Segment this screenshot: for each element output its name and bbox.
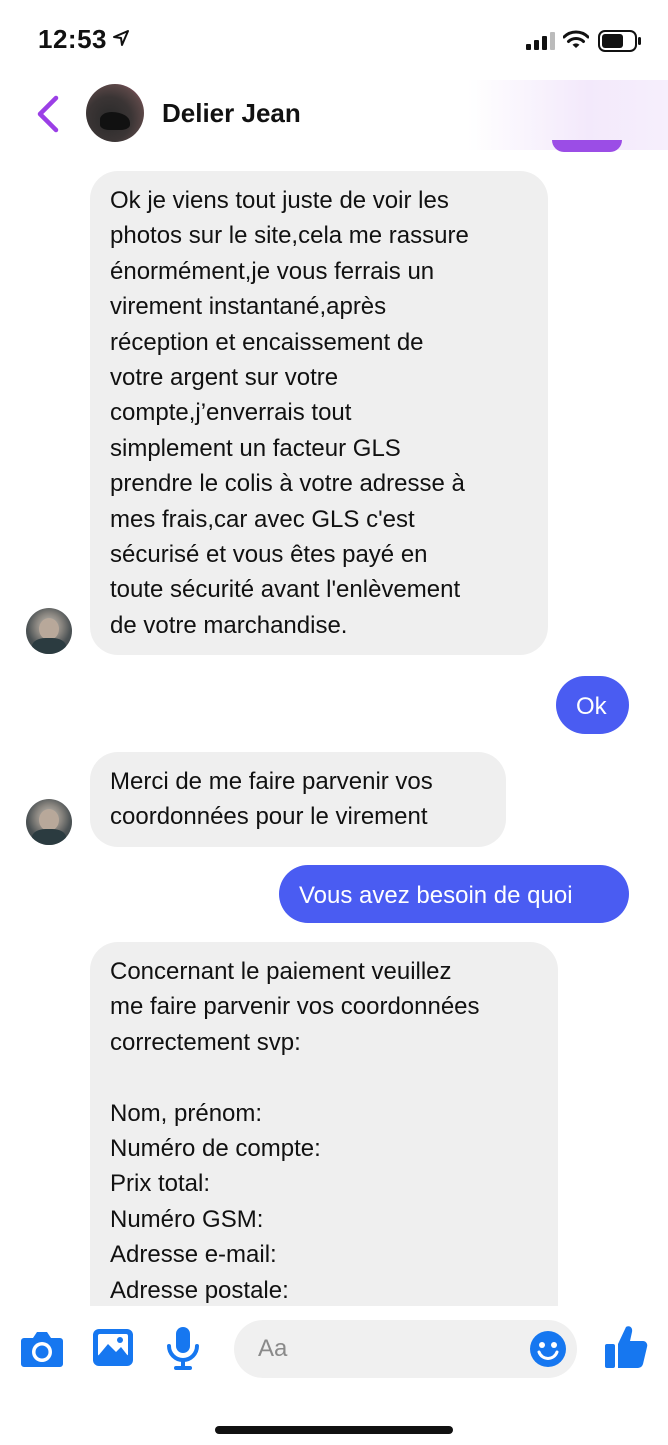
outgoing-message[interactable]: Ok [556, 676, 629, 734]
incoming-message[interactable]: Merci de me faire parvenir vos coordonné… [90, 752, 506, 847]
status-time: 12:53 [38, 24, 107, 54]
previous-message-edge [552, 140, 622, 152]
location-arrow-icon [113, 30, 129, 46]
contact-name[interactable]: Delier Jean [162, 98, 301, 129]
message-composer: Aa [0, 1306, 668, 1445]
home-indicator [215, 1426, 453, 1434]
signal-icon [526, 32, 555, 50]
sender-avatar[interactable] [26, 608, 72, 654]
message-input-placeholder: Aa [258, 1335, 288, 1362]
contact-avatar[interactable] [86, 84, 144, 142]
camera-icon[interactable] [20, 1328, 64, 1368]
wifi-icon [563, 30, 589, 48]
message-input[interactable]: Aa [234, 1320, 577, 1378]
thumbs-up-icon[interactable] [604, 1324, 648, 1370]
status-bar: 12:53 [0, 0, 668, 80]
microphone-icon[interactable] [166, 1326, 200, 1370]
incoming-message[interactable]: Concernant le paiement veuillez me faire… [90, 942, 558, 1318]
sender-avatar[interactable] [26, 799, 72, 845]
gallery-icon[interactable] [92, 1328, 134, 1368]
battery-icon [598, 30, 641, 52]
outgoing-message[interactable]: Vous avez besoin de quoi [279, 865, 629, 923]
back-chevron-icon[interactable] [30, 94, 70, 134]
emoji-icon[interactable] [529, 1330, 567, 1368]
incoming-message[interactable]: Ok je viens tout juste de voir les photo… [90, 171, 548, 655]
